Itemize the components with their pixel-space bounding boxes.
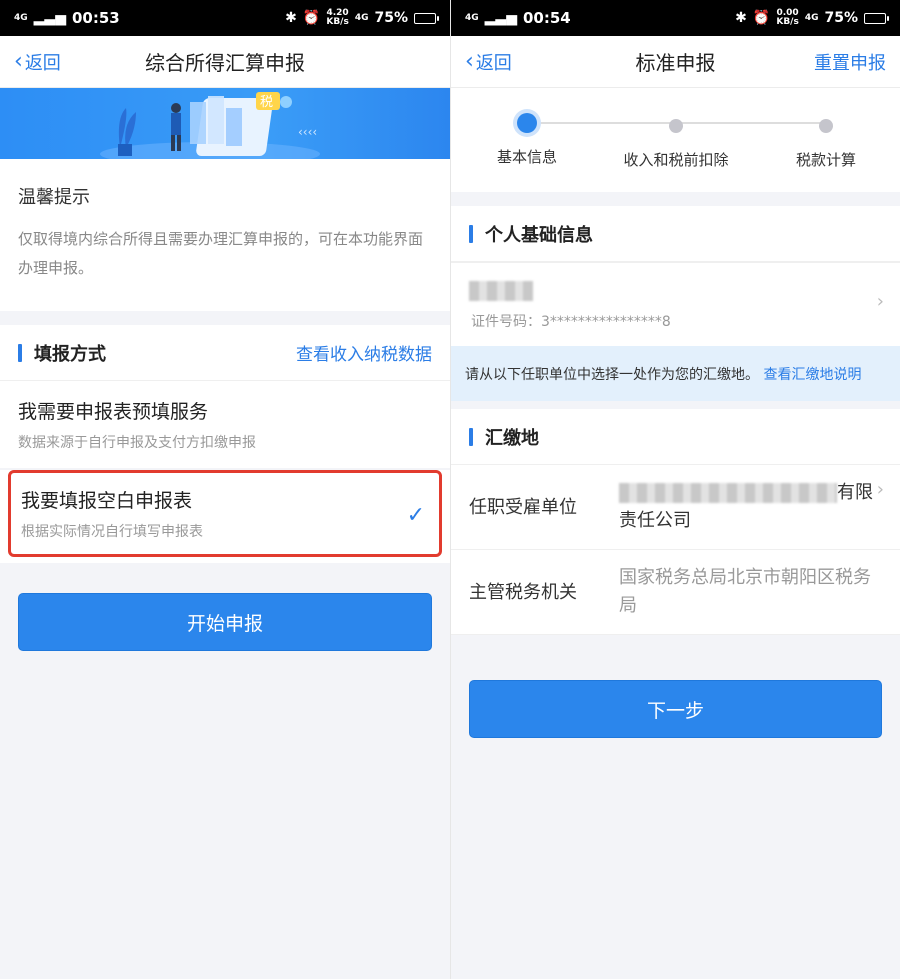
bluetooth-icon: ✱ bbox=[735, 10, 747, 26]
back-label: 返回 bbox=[475, 53, 512, 74]
step-label: 收入和税前扣除 bbox=[623, 151, 729, 169]
battery-percent: 75% bbox=[824, 10, 858, 26]
signal-icon: ▂▃▅ bbox=[33, 10, 66, 26]
id-number: 证件号码：3****************8 bbox=[471, 311, 671, 331]
left-screen: 4G ▂▃▅ 00:53 ✱ ⏰ 4.20 KB/s 4G 75% ‹ 返回 综… bbox=[0, 0, 450, 979]
battery-percent: 75% bbox=[374, 10, 408, 26]
id-value: 3****************8 bbox=[541, 314, 671, 330]
tip-text: 仅取得境内综合所得且需要办理汇算申报的，可在本功能界面办理申报。 bbox=[18, 230, 424, 277]
notice-text: 请从以下任职单位中选择一处作为您的汇缴地。 bbox=[465, 367, 759, 383]
step-tax-calculation: 税款计算 bbox=[766, 116, 886, 170]
nav-bar: ‹ 返回 综合所得汇算申报 bbox=[0, 36, 450, 88]
svg-text:‹‹‹‹: ‹‹‹‹ bbox=[298, 125, 317, 139]
section-marker bbox=[18, 343, 22, 362]
status-bar: 4G ▂▃▅ 00:54 ✱ ⏰ 0.00 KB/s 4G 75% bbox=[451, 0, 900, 36]
network-indicator-2: 4G bbox=[804, 12, 819, 23]
step-dot-active bbox=[517, 113, 537, 133]
signal-icon: ▂▃▅ bbox=[484, 10, 517, 26]
banner-graphic: 税 ‹‹‹‹ bbox=[100, 92, 320, 159]
section-marker bbox=[469, 427, 473, 446]
tip-card: 温馨提示 仅取得境内综合所得且需要办理汇算申报的，可在本功能界面办理申报。 bbox=[0, 159, 450, 311]
network-indicator-2: 4G bbox=[354, 12, 369, 23]
step-basic-info: 基本信息 bbox=[467, 113, 587, 167]
nav-bar: ‹ 返回 标准申报 重置申报 bbox=[451, 36, 900, 88]
remit-place-header: 汇缴地 bbox=[451, 409, 900, 465]
personal-info-row[interactable]: 证件号码：3****************8 › bbox=[451, 262, 900, 346]
back-button[interactable]: ‹ 返回 bbox=[14, 36, 61, 88]
reset-declaration-button[interactable]: 重置申报 bbox=[814, 36, 886, 88]
battery-icon bbox=[414, 12, 439, 24]
remit-explanation-link[interactable]: 查看汇缴地说明 bbox=[763, 367, 861, 383]
tax-office-label: 主管税务机关 bbox=[469, 582, 577, 603]
employer-row[interactable]: 任职受雇单位 有限责任公司 › bbox=[451, 465, 900, 550]
back-label: 返回 bbox=[24, 53, 61, 74]
step-dot bbox=[669, 119, 683, 133]
alarm-icon: ⏰ bbox=[752, 10, 771, 26]
tip-title: 温馨提示 bbox=[18, 187, 90, 208]
network-speed: 4.20 KB/s bbox=[326, 9, 348, 27]
option-subtitle: 根据实际情况自行填写申报表 bbox=[21, 524, 203, 540]
back-chevron-icon: ‹ bbox=[465, 49, 474, 74]
employer-label: 任职受雇单位 bbox=[469, 497, 577, 518]
network-indicator: 4G bbox=[465, 12, 479, 23]
speed-unit: KB/s bbox=[776, 17, 799, 27]
back-button[interactable]: ‹ 返回 bbox=[465, 36, 512, 88]
network-indicator: 4G bbox=[14, 12, 28, 23]
page-title: 标准申报 bbox=[635, 51, 716, 75]
status-bar: 4G ▂▃▅ 00:53 ✱ ⏰ 4.20 KB/s 4G 75% bbox=[0, 0, 450, 36]
step-label: 税款计算 bbox=[795, 151, 856, 169]
banner-illustration: 税 ‹‹‹‹ bbox=[0, 88, 450, 159]
option-prefill-service[interactable]: 我需要申报表预填服务 数据来源于自行申报及支付方扣缴申报 bbox=[0, 381, 450, 468]
personal-info-header: 个人基础信息 bbox=[451, 206, 900, 262]
progress-stepper: 基本信息 收入和税前扣除 税款计算 bbox=[451, 88, 900, 192]
section-title: 汇缴地 bbox=[485, 427, 539, 449]
remit-notice: 请从以下任职单位中选择一处作为您的汇缴地。 查看汇缴地说明 bbox=[451, 346, 900, 401]
tax-office-value: 国家税务总局北京市朝阳区税务局 bbox=[619, 567, 871, 616]
step-dot bbox=[819, 119, 833, 133]
alarm-icon: ⏰ bbox=[302, 10, 321, 26]
section-title: 填报方式 bbox=[34, 343, 106, 365]
step-income-deduction: 收入和税前扣除 bbox=[616, 116, 736, 170]
employer-value: 有限责任公司 bbox=[619, 479, 882, 535]
chevron-right-icon: › bbox=[876, 291, 884, 312]
right-screen: 4G ▂▃▅ 00:54 ✱ ⏰ 0.00 KB/s 4G 75% ‹ 返回 标… bbox=[450, 0, 900, 979]
option-subtitle: 数据来源于自行申报及支付方扣缴申报 bbox=[18, 435, 256, 451]
start-declaration-button[interactable]: 开始申报 bbox=[18, 593, 432, 651]
checkmark-icon: ✓ bbox=[406, 503, 425, 528]
redacted-employer bbox=[619, 483, 837, 503]
battery-icon bbox=[864, 12, 889, 24]
option-title: 我需要申报表预填服务 bbox=[18, 401, 209, 423]
option-blank-form[interactable]: 我要填报空白申报表 根据实际情况自行填写申报表 ✓ bbox=[8, 470, 442, 557]
option-title: 我要填报空白申报表 bbox=[21, 490, 193, 512]
id-label: 证件号码： bbox=[471, 314, 541, 330]
tax-badge-text: 税 bbox=[260, 95, 273, 110]
status-time: 00:53 bbox=[71, 9, 120, 27]
section-title: 个人基础信息 bbox=[485, 224, 593, 246]
fill-method-header: 填报方式 查看收入纳税数据 bbox=[0, 325, 450, 381]
redacted-name bbox=[469, 281, 533, 301]
back-chevron-icon: ‹ bbox=[14, 49, 23, 74]
speed-unit: KB/s bbox=[326, 17, 349, 27]
section-marker bbox=[469, 224, 473, 243]
network-speed: 0.00 KB/s bbox=[776, 9, 798, 27]
chevron-right-icon: › bbox=[876, 479, 884, 500]
view-income-tax-data-link[interactable]: 查看收入纳税数据 bbox=[296, 340, 432, 365]
next-step-button[interactable]: 下一步 bbox=[469, 680, 882, 738]
page-title: 综合所得汇算申报 bbox=[145, 51, 305, 75]
bluetooth-icon: ✱ bbox=[285, 10, 297, 26]
tax-office-row: 主管税务机关 国家税务总局北京市朝阳区税务局 bbox=[451, 550, 900, 635]
status-time: 00:54 bbox=[522, 9, 571, 27]
step-label: 基本信息 bbox=[496, 148, 557, 166]
